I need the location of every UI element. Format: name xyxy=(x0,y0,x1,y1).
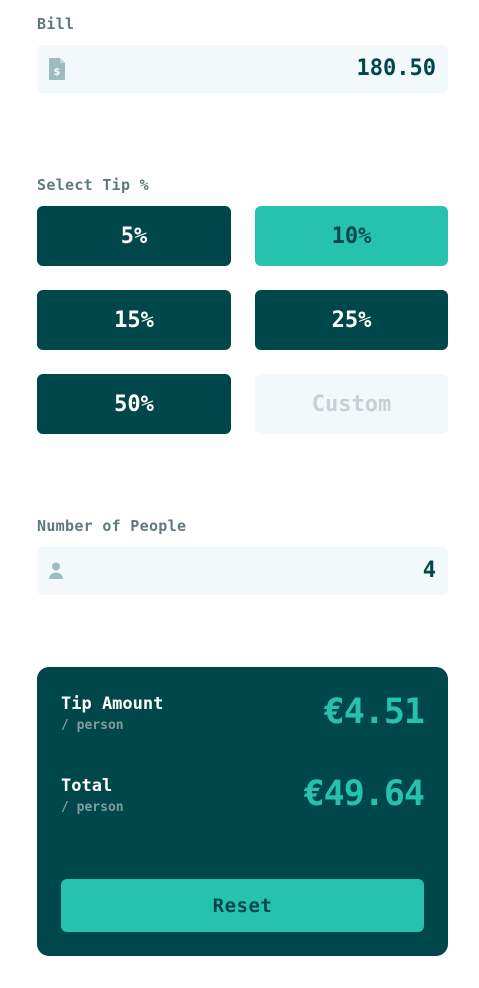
tip-10-button[interactable]: 10% xyxy=(255,206,448,266)
custom-tip-input[interactable]: Custom xyxy=(255,374,448,434)
number-of-people-label: Number of People xyxy=(37,517,187,535)
total-value: €49.64 xyxy=(303,774,425,814)
dollar-document-icon: $ xyxy=(49,58,65,80)
tip-25-button[interactable]: 25% xyxy=(255,290,448,350)
people-input[interactable]: 4 xyxy=(37,547,448,595)
reset-button[interactable]: Reset xyxy=(61,879,424,932)
total-label: Total xyxy=(61,776,113,796)
tip-amount-value: €4.51 xyxy=(323,692,425,732)
tip-amount-label: Tip Amount xyxy=(61,694,164,714)
results-panel: Tip Amount / person €4.51 Total / person… xyxy=(37,667,448,956)
bill-input[interactable]: $ 180.50 xyxy=(37,45,448,93)
people-value: 4 xyxy=(422,558,436,583)
bill-label: Bill xyxy=(37,15,75,33)
select-tip-label: Select Tip % xyxy=(37,176,149,194)
tip-50-button[interactable]: 50% xyxy=(37,374,231,434)
tip-5-button[interactable]: 5% xyxy=(37,206,231,266)
tip-15-button[interactable]: 15% xyxy=(37,290,231,350)
bill-value: 180.50 xyxy=(356,56,436,81)
total-per-person: / person xyxy=(61,800,124,815)
svg-text:$: $ xyxy=(54,67,61,78)
person-icon xyxy=(49,562,65,584)
tip-amount-per-person: / person xyxy=(61,718,124,733)
